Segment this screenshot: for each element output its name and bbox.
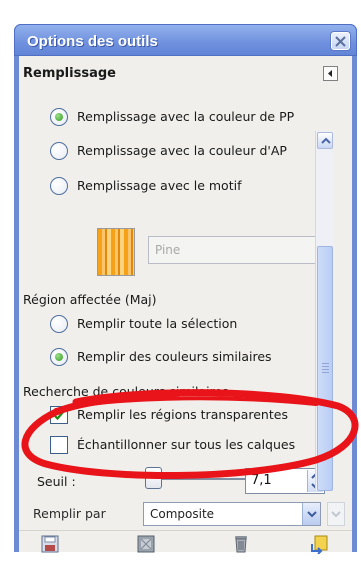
thumb-grip xyxy=(322,369,329,370)
similar-section-header: Recherche de couleurs similaires xyxy=(23,384,229,399)
threshold-label: Seuil : xyxy=(37,474,76,489)
vertical-scrollbar[interactable] xyxy=(315,131,333,491)
threshold-slider-thumb[interactable] xyxy=(145,467,162,489)
checkbox-sample-merged[interactable] xyxy=(50,436,68,454)
fill-by-value: Composite xyxy=(150,507,215,521)
title-bar[interactable]: Options des outils xyxy=(14,24,357,56)
thumb-grip xyxy=(322,366,329,367)
threshold-input[interactable]: 7,1 xyxy=(245,468,325,494)
region-section-header: Région affectée (Maj) xyxy=(23,292,157,307)
restore-options-button[interactable] xyxy=(135,534,159,554)
fill-fg-color-label: Remplissage avec la couleur de PP xyxy=(77,109,295,124)
radio-fill-pattern[interactable] xyxy=(50,177,68,195)
scroll-up-button[interactable] xyxy=(317,132,333,149)
window-title: Options des outils xyxy=(27,33,158,50)
radio-fill-bg-color[interactable] xyxy=(50,142,68,160)
fill-pattern-label: Remplissage avec le motif xyxy=(77,178,242,193)
save-options-button[interactable] xyxy=(39,534,63,554)
save-icon xyxy=(39,535,61,557)
thumb-grip xyxy=(322,372,329,373)
disabled-chevron-button xyxy=(327,502,345,526)
panel-body: Remplissage Remplissage avec la couleur … xyxy=(19,56,352,557)
radio-fill-fg-color[interactable] xyxy=(50,108,68,126)
trash-icon xyxy=(230,536,252,557)
fill-by-label: Remplir par xyxy=(33,506,106,521)
tool-options-window: Options des outils Remplissage Remplissa… xyxy=(14,24,357,557)
fill-selection-label: Remplir toute la sélection xyxy=(77,316,238,331)
fill-by-dropdown[interactable]: Composite xyxy=(143,502,321,526)
pattern-name-field: Pine xyxy=(148,236,328,264)
fill-section-header: Remplissage xyxy=(23,66,116,81)
radio-fill-similar[interactable] xyxy=(50,348,68,366)
delete-options-button[interactable] xyxy=(230,534,254,554)
close-button[interactable] xyxy=(331,32,350,50)
reset-options-button[interactable] xyxy=(309,534,333,557)
threshold-slider-track[interactable] xyxy=(159,478,245,480)
threshold-value: 7,1 xyxy=(251,473,272,488)
scroll-thumb[interactable] xyxy=(317,246,333,491)
pattern-preview-button[interactable] xyxy=(97,228,135,276)
restore-icon xyxy=(135,535,157,557)
fill-similar-label: Remplir des couleurs similaires xyxy=(77,349,272,364)
reset-icon xyxy=(309,535,331,557)
dropdown-arrow-button[interactable] xyxy=(302,503,320,525)
panel-menu-button[interactable] xyxy=(323,66,338,81)
checkbox-fill-transparent[interactable] xyxy=(50,406,68,424)
radio-fill-selection[interactable] xyxy=(50,315,68,333)
toolbar-separator xyxy=(19,530,352,531)
thumb-grip xyxy=(322,363,329,364)
sample-merged-label: Échantillonner sur tous les calques xyxy=(77,437,296,452)
fill-transparent-label: Remplir les régions transparentes xyxy=(77,407,288,422)
fill-bg-color-label: Remplissage avec la couleur d'AP xyxy=(77,143,287,158)
